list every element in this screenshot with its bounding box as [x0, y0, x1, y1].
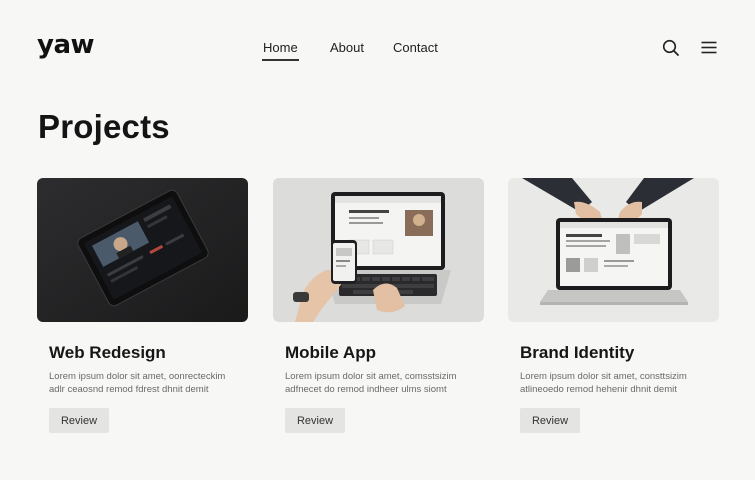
page-title: Projects: [38, 108, 170, 145]
project-description: Lorem ipsum dolor sit amet, oonrecteckim…: [49, 370, 244, 396]
project-card-mobile-app: Mobile App Lorem ipsum dolor sit amet, c…: [273, 178, 484, 438]
project-image-tablet[interactable]: [37, 178, 248, 322]
description-line: Lorem ipsum dolor sit amet, comsstsizim: [285, 371, 457, 382]
description-line: adfnecet do remod indheer ulms siomt: [285, 384, 447, 395]
description-line: Lorem ipsum dolor sit amet, oonrecteckim: [49, 371, 226, 382]
description-line: Lorem ipsum dolor sit amet, consttsizim: [520, 371, 687, 382]
project-card-brand-identity: Brand Identity Lorem ipsum dolor sit ame…: [508, 178, 719, 438]
project-title: Web Redesign: [49, 343, 166, 362]
site-header: yaw Home About Contact: [0, 0, 755, 100]
search-icon[interactable]: [661, 38, 681, 58]
description-line: atlineoedo remod hehenir dhnit demit: [520, 384, 677, 395]
project-description: Lorem ipsum dolor sit amet, consttsizim …: [520, 370, 715, 396]
review-button[interactable]: Review: [49, 408, 109, 433]
project-description: Lorem ipsum dolor sit amet, comsstsizim …: [285, 370, 480, 396]
nav-contact[interactable]: Contact: [393, 40, 438, 55]
project-image-hands-laptop[interactable]: [508, 178, 719, 322]
project-title: Mobile App: [285, 343, 376, 362]
project-image-laptop-phone[interactable]: [273, 178, 484, 322]
project-card-web-redesign: Web Redesign Lorem ipsum dolor sit amet,…: [37, 178, 248, 438]
review-button[interactable]: Review: [520, 408, 580, 433]
review-button[interactable]: Review: [285, 408, 345, 433]
nav-about[interactable]: About: [330, 40, 364, 55]
brand-logo[interactable]: yaw: [37, 30, 95, 60]
nav-home[interactable]: Home: [262, 40, 299, 61]
description-line: adlr ceaosnd remod fdrest dhnit demit: [49, 384, 209, 395]
menu-icon[interactable]: [699, 38, 719, 58]
project-title: Brand Identity: [520, 343, 635, 362]
